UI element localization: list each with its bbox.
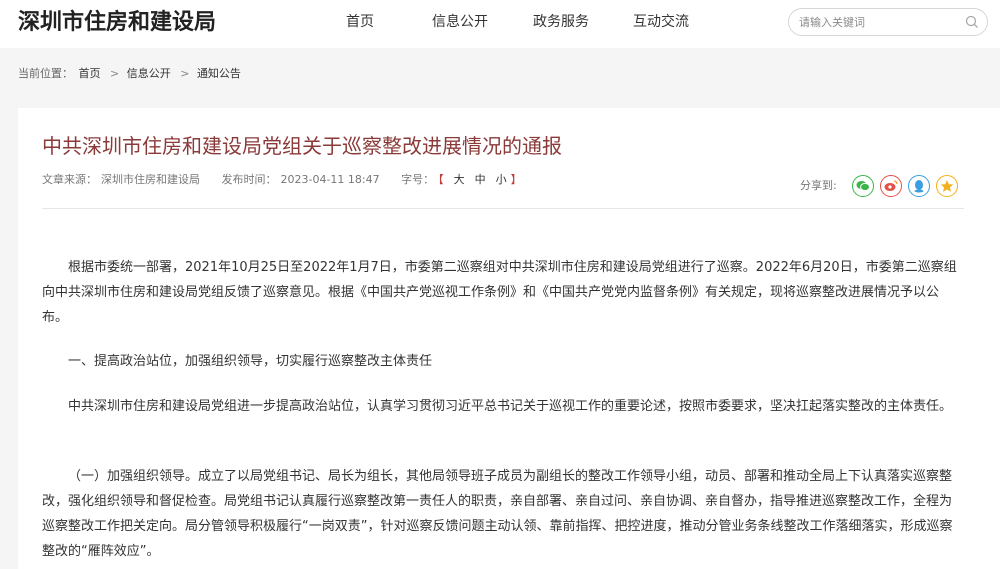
breadcrumb: 当前位置： 首页 > 信息公开 > 通知公告 (18, 67, 243, 81)
article-paragraph: 根据市委统一部署，2021年10月25日至2022年1月7日，市委第二巡察组对中… (42, 260, 957, 325)
search-input[interactable] (799, 13, 959, 31)
search-icon[interactable] (965, 15, 979, 29)
fontsize-large[interactable]: 大 (454, 173, 465, 186)
title-divider (42, 208, 964, 209)
article-panel: 中共深圳市住房和建设局党组关于巡察整改进展情况的通报 文章来源： 深圳市住房和建设… (18, 108, 1000, 569)
qq-share-icon[interactable] (908, 175, 930, 197)
source-label: 文章来源： (42, 173, 97, 186)
fontsize-bracket-close: 】 (510, 173, 522, 186)
section-heading: 一、提高政治站位，加强组织领导，切实履行巡察整改主体责任 (68, 354, 433, 369)
article-paragraph: 中共深圳市住房和建设局党组进一步提高政治站位，认真学习贯彻习近平总书记关于巡视工… (68, 399, 953, 414)
site-logo[interactable]: 深圳市住房和建设局 (18, 8, 216, 38)
breadcrumb-separator: > (110, 67, 120, 80)
site-header: 深圳市住房和建设局 首页 信息公开 政务服务 互动交流 (0, 0, 1000, 48)
article-meta: 文章来源： 深圳市住房和建设局 发布时间： 2023-04-11 18:47 字号：… (42, 173, 526, 187)
nav-item-interaction[interactable]: 互动交流 (633, 12, 689, 32)
article-paragraph: （一）加强组织领导。成立了以局党组书记、局长为组长，其他局领导班子成员为副组长的… (42, 469, 953, 559)
search-box (788, 8, 988, 36)
nav-item-home[interactable]: 首页 (346, 12, 374, 32)
weibo-share-icon[interactable] (880, 175, 902, 197)
fontsize-label: 字号： (401, 173, 435, 186)
breadcrumb-notices[interactable]: 通知公告 (197, 67, 241, 80)
qq-icon (914, 180, 924, 193)
nav-item-gov-services[interactable]: 政务服务 (533, 12, 589, 32)
breadcrumb-label: 当前位置： (18, 67, 73, 80)
breadcrumb-info-disclosure[interactable]: 信息公开 (127, 67, 171, 80)
time-label: 发布时间： (221, 173, 277, 186)
share-label: 分享到: (800, 179, 837, 192)
source-value: 深圳市住房和建设局 (101, 173, 200, 186)
wechat-icon (856, 181, 870, 192)
fontsize-small[interactable]: 小 (496, 173, 507, 186)
qzone-share-icon[interactable] (936, 175, 958, 197)
fontsize-medium[interactable]: 中 (475, 173, 486, 186)
star-icon (940, 180, 954, 192)
fontsize-bracket-open: 【 (438, 173, 444, 186)
breadcrumb-separator: > (180, 67, 190, 80)
nav-item-info-disclosure[interactable]: 信息公开 (432, 12, 488, 32)
article-title: 中共深圳市住房和建设局党组关于巡察整改进展情况的通报 (42, 134, 562, 158)
weibo-icon (884, 180, 898, 191)
time-value: 2023-04-11 18:47 (280, 173, 380, 186)
wechat-share-icon[interactable] (852, 175, 874, 197)
breadcrumb-home[interactable]: 首页 (79, 67, 101, 80)
